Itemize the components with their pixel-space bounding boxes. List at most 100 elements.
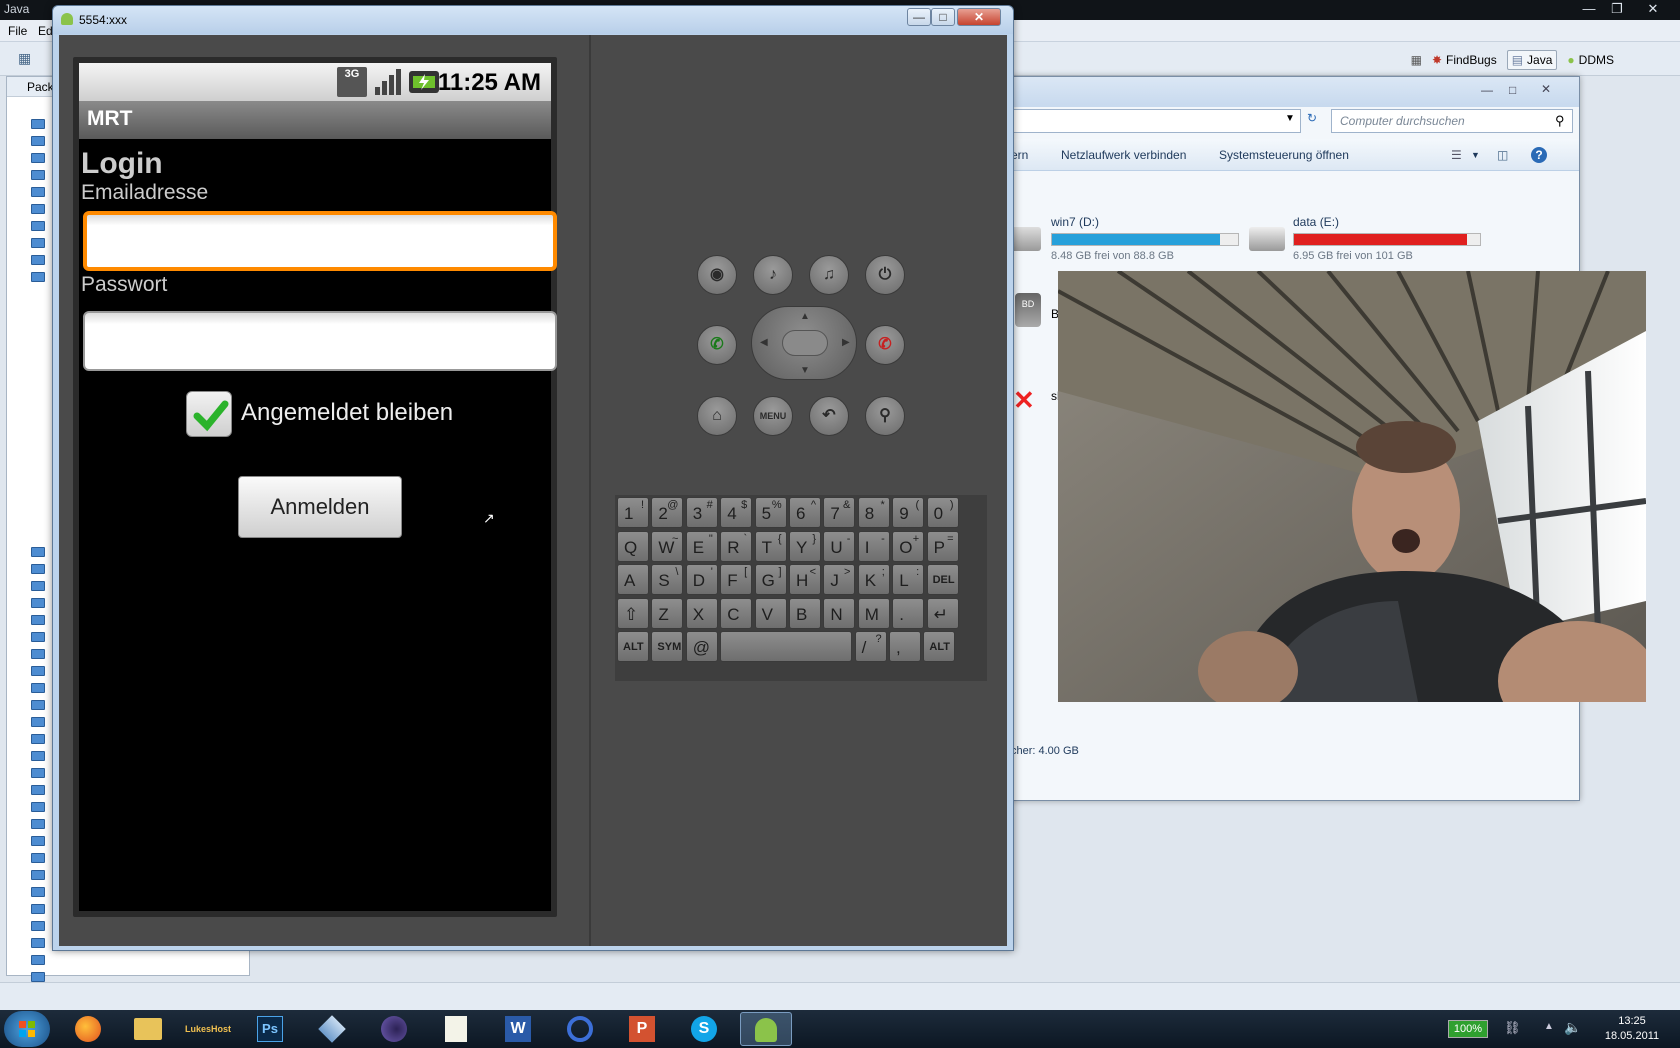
- keyboard-key[interactable]: H <: [789, 564, 821, 595]
- keyboard-key[interactable]: 0): [926, 497, 959, 528]
- volume-up-button[interactable]: ♫: [809, 255, 849, 295]
- taskbar-powerpoint[interactable]: P: [616, 1012, 668, 1046]
- keyboard-key[interactable]: 5%: [754, 497, 787, 528]
- package-folder-icon[interactable]: [31, 170, 45, 180]
- package-folder-icon[interactable]: [31, 615, 45, 625]
- remember-checkbox[interactable]: [186, 391, 232, 437]
- keyboard-key[interactable]: N: [823, 597, 856, 629]
- keyboard-key[interactable]: M: [857, 597, 890, 629]
- keyboard-key[interactable]: W ~: [651, 530, 684, 562]
- package-folder-icon[interactable]: [31, 119, 45, 129]
- package-folder-icon[interactable]: [31, 238, 45, 248]
- package-folder-icon[interactable]: [31, 734, 45, 744]
- system-clock[interactable]: 13:25 18.05.2011: [1592, 1014, 1672, 1044]
- keyboard-key[interactable]: ALT: [617, 631, 649, 662]
- package-folder-icon[interactable]: [31, 564, 45, 574]
- keyboard-key[interactable]: ,: [889, 631, 921, 662]
- taskbar-android-emulator[interactable]: [740, 1012, 792, 1046]
- keyboard-key[interactable]: 8 *: [857, 497, 890, 528]
- keyboard-key[interactable]: R `: [720, 530, 753, 562]
- package-folder-icon[interactable]: [31, 717, 45, 727]
- keyboard-key[interactable]: P =: [926, 530, 959, 562]
- package-folder-icon[interactable]: [31, 666, 45, 676]
- search-button[interactable]: ⚲: [865, 396, 905, 436]
- keyboard-key[interactable]: J >: [823, 564, 856, 595]
- call-button[interactable]: ✆: [697, 325, 737, 365]
- package-folder-icon[interactable]: [31, 768, 45, 778]
- menu-file[interactable]: File: [8, 24, 27, 38]
- menu-button[interactable]: MENU: [753, 396, 793, 436]
- keyboard-key[interactable]: I-: [857, 530, 890, 562]
- dpad-up-icon[interactable]: ▲: [800, 311, 810, 322]
- dpad-center-button[interactable]: [782, 330, 828, 356]
- package-folder-icon[interactable]: [31, 904, 45, 914]
- chevron-down-icon[interactable]: ▼: [1471, 150, 1480, 160]
- package-folder-icon[interactable]: [31, 632, 45, 642]
- keyboard-key[interactable]: 3 #: [685, 497, 718, 528]
- package-folder-icon[interactable]: [31, 136, 45, 146]
- keyboard-key[interactable]: T{: [754, 530, 787, 562]
- keyboard-key[interactable]: L:: [892, 564, 925, 595]
- keyboard-key[interactable]: 6 ^: [789, 497, 821, 528]
- keyboard-key[interactable]: Y}: [789, 530, 821, 562]
- help-icon[interactable]: ?: [1531, 147, 1547, 163]
- close-icon[interactable]: ✕: [1541, 82, 1551, 96]
- keyboard-key[interactable]: C: [720, 597, 753, 629]
- package-folder-icon[interactable]: [31, 649, 45, 659]
- package-folder-icon[interactable]: [31, 802, 45, 812]
- package-folder-icon[interactable]: [31, 547, 45, 557]
- minimize-button[interactable]: —: [907, 8, 931, 26]
- camera-button[interactable]: ◉: [697, 255, 737, 295]
- keyboard-key[interactable]: S \: [651, 564, 684, 595]
- package-folder-icon[interactable]: [31, 272, 45, 282]
- keyboard-key[interactable]: DEL: [926, 564, 959, 595]
- home-button[interactable]: ⌂: [697, 396, 737, 436]
- keyboard-key[interactable]: O +: [892, 530, 925, 562]
- keyboard-key[interactable]: A: [617, 564, 649, 595]
- package-folder-icon[interactable]: [31, 204, 45, 214]
- keyboard-key[interactable]: X: [685, 597, 718, 629]
- keyboard-key[interactable]: V: [754, 597, 787, 629]
- view-options-icon[interactable]: ☰: [1451, 148, 1462, 162]
- keyboard-key[interactable]: ↵: [926, 597, 959, 629]
- dpad-left-icon[interactable]: ◀: [760, 337, 768, 348]
- taskbar-notepad[interactable]: [430, 1012, 482, 1046]
- package-folder-icon[interactable]: [31, 785, 45, 795]
- new-icon[interactable]: ▦: [18, 50, 31, 67]
- password-field[interactable]: [83, 311, 557, 371]
- open-perspective-icon[interactable]: ▦: [1411, 53, 1422, 67]
- end-call-button[interactable]: ✆: [865, 325, 905, 365]
- address-bar[interactable]: [1011, 109, 1301, 133]
- package-folder-icon[interactable]: [31, 221, 45, 231]
- perspective-ddms[interactable]: ● DDMS: [1563, 51, 1618, 69]
- volume-down-button[interactable]: ♪: [753, 255, 793, 295]
- minimize-icon[interactable]: —: [1576, 0, 1602, 18]
- keyboard-key[interactable]: SYM: [651, 631, 684, 662]
- taskbar-virtualbox[interactable]: [306, 1012, 358, 1046]
- power-plug-icon[interactable]: ⛓: [1504, 1020, 1521, 1036]
- taskbar-lukeshost[interactable]: LukesHost: [182, 1012, 234, 1046]
- open-control-panel-button[interactable]: Systemsteuerung öffnen: [1219, 148, 1349, 162]
- package-folder-icon[interactable]: [31, 921, 45, 931]
- package-folder-icon[interactable]: [31, 938, 45, 948]
- refresh-icon[interactable]: ↻: [1307, 111, 1317, 125]
- search-input[interactable]: Computer durchsuchen: [1331, 109, 1573, 133]
- keyboard-key[interactable]: 9(: [892, 497, 925, 528]
- taskbar-photoshop[interactable]: Ps: [244, 1012, 296, 1046]
- back-button[interactable]: ↶: [809, 396, 849, 436]
- taskbar-skype[interactable]: S: [678, 1012, 730, 1046]
- keyboard-key[interactable]: ⇧: [617, 597, 649, 629]
- minimize-icon[interactable]: —: [1481, 83, 1493, 97]
- maximize-icon[interactable]: □: [1509, 83, 1516, 97]
- taskbar-network[interactable]: [554, 1012, 606, 1046]
- chevron-down-icon[interactable]: ▼: [1285, 113, 1295, 124]
- map-network-drive-button[interactable]: Netzlaufwerk verbinden: [1061, 148, 1186, 162]
- package-folder-icon[interactable]: [31, 598, 45, 608]
- package-folder-icon[interactable]: [31, 887, 45, 897]
- power-button[interactable]: ⏻: [865, 255, 905, 295]
- package-folder-icon[interactable]: [31, 700, 45, 710]
- start-button[interactable]: [4, 1011, 50, 1047]
- package-folder-icon[interactable]: [31, 870, 45, 880]
- taskbar-explorer[interactable]: [122, 1012, 174, 1046]
- keyboard-key[interactable]: 7 &: [823, 497, 856, 528]
